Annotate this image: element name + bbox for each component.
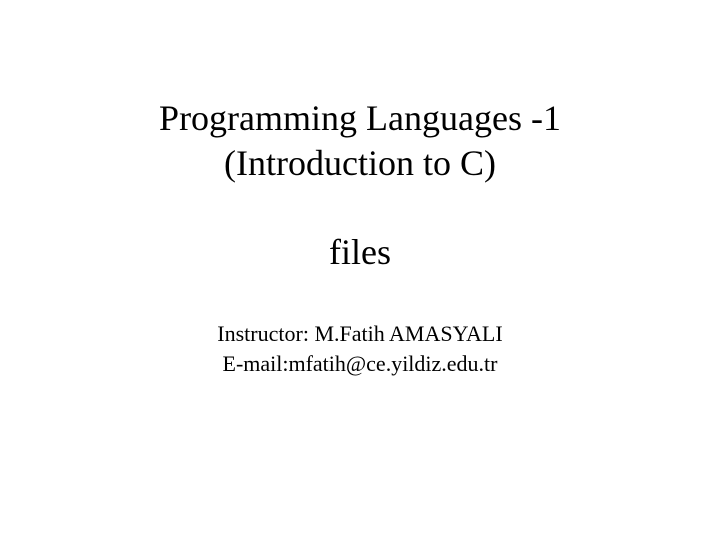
slide-title: Programming Languages -1 (Introduction t… [0,0,720,540]
title-line-3: files [0,230,720,275]
title-line-1: Programming Languages -1 [0,96,720,141]
subtitle-block: Instructor: M.Fatih AMASYALI E-mail:mfat… [0,319,720,378]
email-line: E-mail:mfatih@ce.yildiz.edu.tr [0,349,720,379]
title-line-2: (Introduction to C) [0,141,720,186]
instructor-line: Instructor: M.Fatih AMASYALI [0,319,720,349]
